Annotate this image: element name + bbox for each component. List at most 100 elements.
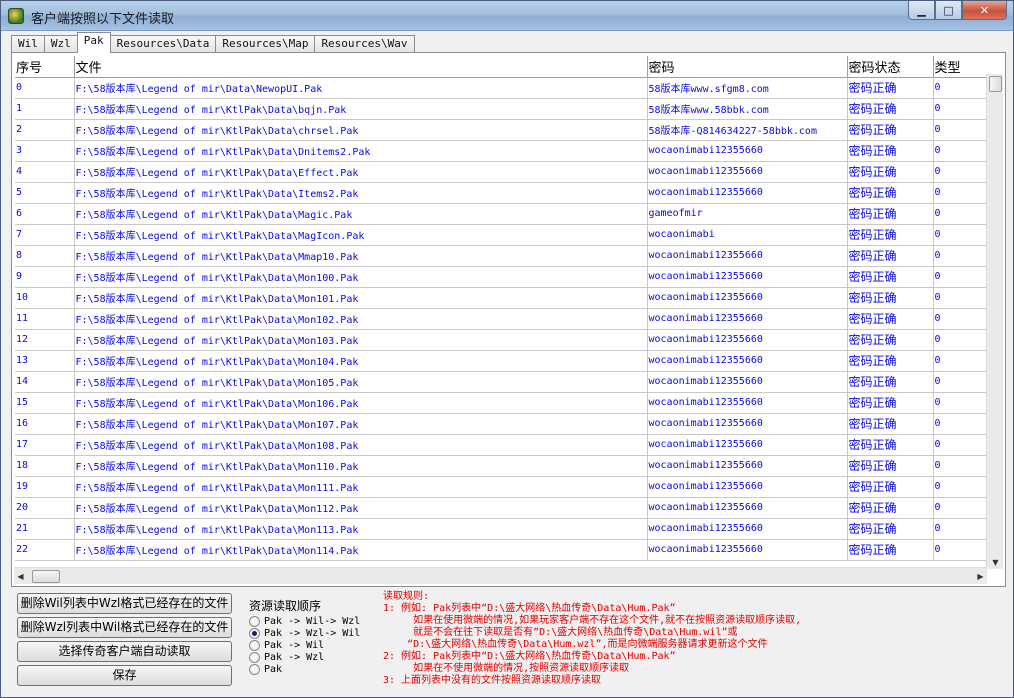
tab-resources-map[interactable]: Resources\Map — [215, 35, 316, 53]
file-path-cell: F:\58版本库\Legend of mir\KtlPak\Data\Items… — [74, 182, 648, 204]
table-row[interactable]: 11 F:\58版本库\Legend of mir\KtlPak\Data\Mon… — [15, 308, 986, 330]
table-row[interactable]: 15 F:\58版本库\Legend of mir\KtlPak\Data\Mon… — [15, 392, 986, 414]
table-row[interactable]: 5 F:\58版本库\Legend of mir\KtlPak\Data\Item… — [15, 182, 986, 204]
read-order-option[interactable]: Pak — [249, 663, 282, 675]
read-order-option[interactable]: Pak -> Wzl-> Wil — [249, 627, 360, 639]
read-order-option[interactable]: Pak -> Wil — [249, 639, 324, 651]
password-status-cell: 密码正确 — [847, 140, 934, 162]
table-row[interactable]: 17 F:\58版本库\Legend of mir\KtlPak\Data\Mon… — [15, 434, 986, 456]
file-path-cell: F:\58版本库\Legend of mir\KtlPak\Data\Mon10… — [74, 350, 648, 372]
radio-button-icon[interactable] — [249, 651, 260, 663]
table-row[interactable]: 14 F:\58版本库\Legend of mir\KtlPak\Data\Mon… — [15, 371, 986, 393]
horizontal-scrollbar[interactable]: ◀ ▶ — [14, 567, 987, 584]
scroll-right-icon[interactable]: ▶ — [974, 568, 987, 585]
table-row[interactable]: 7 F:\58版本库\Legend of mir\KtlPak\Data\MagI… — [15, 224, 986, 246]
horizontal-scroll-thumb[interactable] — [32, 570, 60, 583]
table-row[interactable]: 8 F:\58版本库\Legend of mir\KtlPak\Data\Mmap… — [15, 245, 986, 267]
save-button[interactable]: 保存 — [17, 665, 232, 686]
password-status-cell: 密码正确 — [847, 245, 934, 267]
file-path-cell: F:\58版本库\Legend of mir\KtlPak\Data\Mon10… — [74, 308, 648, 330]
row-index-cell: 13 — [15, 350, 75, 372]
row-index-cell: 17 — [15, 434, 75, 456]
select-client-button[interactable]: 选择传奇客户端自动读取 — [17, 641, 232, 662]
scroll-left-icon[interactable]: ◀ — [14, 568, 27, 585]
password-status-cell: 密码正确 — [847, 497, 934, 519]
delete-wzl-button[interactable]: 删除Wzl列表中Wil格式已经存在的文件 — [17, 617, 232, 638]
table-row[interactable]: 9 F:\58版本库\Legend of mir\KtlPak\Data\Mon1… — [15, 266, 986, 288]
table-row[interactable]: 6 F:\58版本库\Legend of mir\KtlPak\Data\Magi… — [15, 203, 986, 225]
table-row[interactable]: 21 F:\58版本库\Legend of mir\KtlPak\Data\Mon… — [15, 518, 986, 540]
password-status-cell: 密码正确 — [847, 350, 934, 372]
password-cell: 58版本库www.58bbk.com — [647, 98, 848, 120]
table-row[interactable]: 22 F:\58版本库\Legend of mir\KtlPak\Data\Mon… — [15, 539, 986, 561]
type-cell: 0 — [933, 518, 986, 540]
row-index-cell: 2 — [15, 119, 75, 141]
maximize-button[interactable]: □ — [935, 1, 962, 20]
radio-button-icon[interactable] — [249, 615, 260, 627]
tab-resources-wav[interactable]: Resources\Wav — [314, 35, 415, 53]
rule-line: 就是不会在往下读取是否有“D:\盛大网络\热血传奇\Data\Hum.wil”或 — [383, 627, 738, 638]
main-window: 客户端按照以下文件读取 ▁ □ ✕ Wil Wzl Pak Resources\Dat… — [0, 0, 1014, 698]
column-header[interactable]: 文件 — [74, 56, 648, 78]
column-header[interactable]: 类型 — [933, 56, 986, 78]
table-row[interactable]: 0 F:\58版本库\Legend of mir\Data\NewopUI.Pak… — [15, 77, 986, 99]
radio-button-icon[interactable] — [249, 627, 260, 639]
file-path-cell: F:\58版本库\Legend of mir\KtlPak\Data\Mon11… — [74, 497, 648, 519]
row-index-cell: 14 — [15, 371, 75, 393]
scroll-down-icon[interactable]: ▼ — [987, 556, 1004, 569]
app-icon — [8, 8, 24, 24]
password-cell: wocaonimabi12355660 — [647, 539, 848, 561]
password-cell: wocaonimabi — [647, 224, 848, 246]
radio-button-icon[interactable] — [249, 663, 260, 675]
table-row[interactable]: 10 F:\58版本库\Legend of mir\KtlPak\Data\Mon… — [15, 287, 986, 309]
table-row[interactable]: 19 F:\58版本库\Legend of mir\KtlPak\Data\Mon… — [15, 476, 986, 498]
pak-panel: 序号 文件 密码 密码状态 类型 0 F:\58版本库\Legend of mir\Dat… — [11, 52, 1006, 587]
password-cell: wocaonimabi12355660 — [647, 350, 848, 372]
radio-button-icon[interactable] — [249, 639, 260, 651]
table-row[interactable]: 16 F:\58版本库\Legend of mir\KtlPak\Data\Mon… — [15, 413, 986, 435]
table-row[interactable]: 1 F:\58版本库\Legend of mir\KtlPak\Data\bqjn… — [15, 98, 986, 120]
row-index-cell: 12 — [15, 329, 75, 351]
password-cell: wocaonimabi12355660 — [647, 329, 848, 351]
close-button[interactable]: ✕ — [962, 1, 1007, 20]
table-row[interactable]: 3 F:\58版本库\Legend of mir\KtlPak\Data\Dnit… — [15, 140, 986, 162]
table-row[interactable]: 4 F:\58版本库\Legend of mir\KtlPak\Data\Effe… — [15, 161, 986, 183]
vertical-scrollbar[interactable]: ▲ ▼ — [986, 74, 1003, 569]
tab-wil[interactable]: Wil — [11, 35, 45, 53]
type-cell: 0 — [933, 287, 986, 309]
minimize-button[interactable]: ▁ — [908, 1, 935, 20]
file-list[interactable]: 序号 文件 密码 密码状态 类型 0 F:\58版本库\Legend of mir\Dat… — [15, 56, 986, 569]
tab-wzl[interactable]: Wzl — [43, 35, 78, 53]
password-cell: wocaonimabi12355660 — [647, 392, 848, 414]
file-path-cell: F:\58版本库\Legend of mir\KtlPak\Data\Effec… — [74, 161, 648, 183]
read-order-option[interactable]: Pak -> Wzl — [249, 651, 324, 663]
password-cell: wocaonimabi12355660 — [647, 308, 848, 330]
row-index-cell: 7 — [15, 224, 75, 246]
row-index-cell: 11 — [15, 308, 75, 330]
table-row[interactable]: 13 F:\58版本库\Legend of mir\KtlPak\Data\Mon… — [15, 350, 986, 372]
type-cell: 0 — [933, 308, 986, 330]
table-row[interactable]: 12 F:\58版本库\Legend of mir\KtlPak\Data\Mon… — [15, 329, 986, 351]
vertical-scroll-thumb[interactable] — [989, 76, 1002, 92]
rule-line: “D:\盛大网络\热血传奇\Data\Hum.wzl”,而是向微端服务器请求更新… — [383, 639, 768, 650]
read-order-option-label: Pak — [264, 663, 283, 675]
column-header[interactable]: 序号 — [15, 56, 75, 78]
column-header[interactable]: 密码 — [647, 56, 848, 78]
password-status-cell: 密码正确 — [847, 224, 934, 246]
type-cell: 0 — [933, 161, 986, 183]
table-row[interactable]: 20 F:\58版本库\Legend of mir\KtlPak\Data\Mon… — [15, 497, 986, 519]
table-row[interactable]: 2 F:\58版本库\Legend of mir\KtlPak\Data\chrs… — [15, 119, 986, 141]
table-row[interactable]: 18 F:\58版本库\Legend of mir\KtlPak\Data\Mon… — [15, 455, 986, 477]
rule-line: 如果在使用微端的情况,如果玩家客户端不存在这个文件,就不在按照资源读取顺序读取, — [383, 615, 802, 626]
column-header[interactable]: 密码状态 — [847, 56, 934, 78]
delete-wil-button[interactable]: 删除Wil列表中Wzl格式已经存在的文件 — [17, 593, 232, 614]
read-order-option[interactable]: Pak -> Wil-> Wzl — [249, 615, 360, 627]
file-path-cell: F:\58版本库\Legend of mir\KtlPak\Data\Mon10… — [74, 434, 648, 456]
row-index-cell: 22 — [15, 539, 75, 561]
tab-pak[interactable]: Pak — [76, 32, 111, 53]
tab-resources-data[interactable]: Resources\Data — [109, 35, 217, 53]
row-index-cell: 15 — [15, 392, 75, 414]
title-bar[interactable]: 客户端按照以下文件读取 ▁ □ ✕ — [1, 1, 1013, 31]
password-status-cell: 密码正确 — [847, 182, 934, 204]
read-order-option-label: Pak -> Wil — [264, 639, 325, 651]
